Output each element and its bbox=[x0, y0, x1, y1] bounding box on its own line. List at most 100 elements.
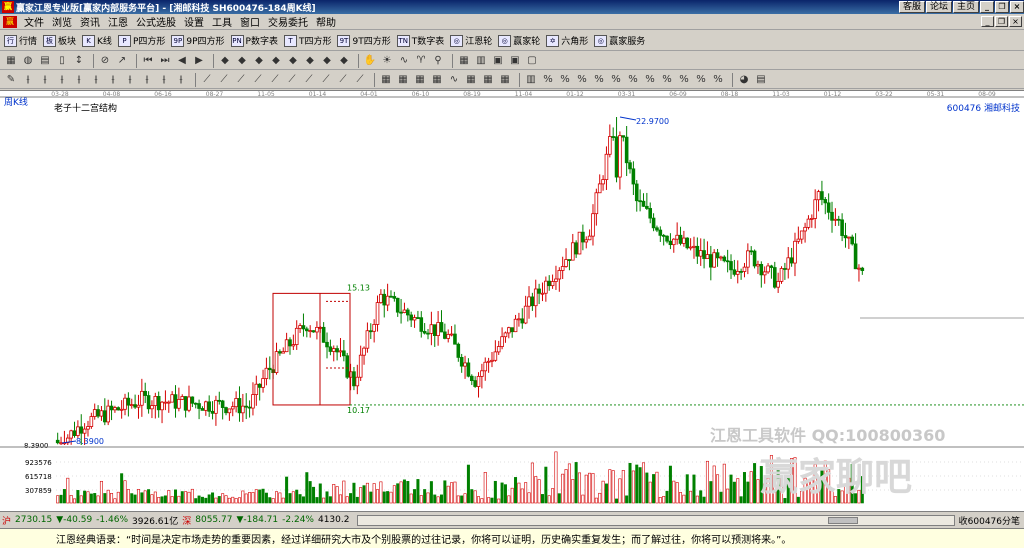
first-icon[interactable]: ⏮ bbox=[141, 54, 155, 68]
line-icon[interactable]: ⫲ bbox=[157, 73, 171, 87]
kline-chart-panel[interactable]: 03-28 04-08 06-16 08-27 11-05 01-14 04-01 06-10… bbox=[0, 90, 1024, 511]
percent-icon[interactable]: % bbox=[626, 73, 640, 87]
wave-icon[interactable]: ∿ bbox=[447, 73, 461, 87]
percent-icon[interactable]: % bbox=[677, 73, 691, 87]
diamond-icon[interactable]: ◆ bbox=[286, 54, 300, 68]
toolbar-p-number-button[interactable]: PN P数字表 bbox=[230, 34, 278, 47]
hand-icon[interactable]: ✋ bbox=[363, 54, 377, 68]
fan-icon[interactable]: ⟋ bbox=[217, 73, 231, 87]
toolbar-t-square-button[interactable]: T T四方形 bbox=[283, 34, 331, 47]
grid-icon[interactable]: ▦ bbox=[498, 73, 512, 87]
percent-icon[interactable]: % bbox=[711, 73, 725, 87]
toolbar-9t-square-button[interactable]: 9T 9T四方形 bbox=[337, 34, 391, 47]
chart-scrollbar[interactable] bbox=[357, 514, 955, 526]
menu-tools[interactable]: 工具 bbox=[208, 14, 236, 29]
fan-icon[interactable]: ⟋ bbox=[302, 73, 316, 87]
fan-icon[interactable]: ⟋ bbox=[234, 73, 248, 87]
pen-icon[interactable]: ✎ bbox=[4, 73, 18, 87]
toolbar-hexagon-button[interactable]: ✡ 六角形 bbox=[546, 34, 588, 47]
toolbar-sector-button[interactable]: 板板块 bbox=[43, 34, 76, 47]
toolbar-p-square-button[interactable]: P P四方形 bbox=[117, 34, 165, 47]
sun-icon[interactable]: ☀ bbox=[380, 54, 394, 68]
candle-icon[interactable]: ▯ bbox=[55, 54, 69, 68]
forum-button[interactable]: 论坛 bbox=[925, 1, 952, 13]
left-icon[interactable]: ◀ bbox=[175, 54, 189, 68]
mdi-restore-icon[interactable]: ❐ bbox=[995, 16, 1008, 27]
line-icon[interactable]: ⫲ bbox=[72, 73, 86, 87]
fan-icon[interactable]: ⟋ bbox=[268, 73, 282, 87]
diamond-icon[interactable]: ◆ bbox=[252, 54, 266, 68]
pin-icon[interactable]: ⚲ bbox=[431, 54, 445, 68]
line-icon[interactable]: ⫲ bbox=[106, 73, 120, 87]
toolbar-winner-wheel-button[interactable]: ◎ 赢家轮 bbox=[498, 34, 540, 47]
fan-icon[interactable]: ⟋ bbox=[336, 73, 350, 87]
close-icon[interactable]: × bbox=[1010, 1, 1024, 13]
percent-icon[interactable]: % bbox=[643, 73, 657, 87]
diamond-icon[interactable]: ◆ bbox=[218, 54, 232, 68]
menu-formula[interactable]: 公式选股 bbox=[132, 14, 180, 29]
mdi-close-icon[interactable]: × bbox=[1009, 16, 1022, 27]
toolbar-9p-square-button[interactable]: 9P 9P四方形 bbox=[171, 34, 225, 47]
fan-icon[interactable]: ⟋ bbox=[353, 73, 367, 87]
fan-icon[interactable]: ⟋ bbox=[251, 73, 265, 87]
menu-settings[interactable]: 设置 bbox=[180, 14, 208, 29]
chart-icon[interactable]: ▤ bbox=[38, 54, 52, 68]
percent-icon[interactable]: % bbox=[609, 73, 623, 87]
scroll-thumb[interactable] bbox=[828, 516, 859, 524]
toolbar-gann-wheel-button[interactable]: ◎ 江恩轮 bbox=[450, 34, 492, 47]
grid-icon[interactable]: ▦ bbox=[481, 73, 495, 87]
window-icon[interactable]: ▣ bbox=[491, 54, 505, 68]
line-icon[interactable]: ⫲ bbox=[89, 73, 103, 87]
line-icon[interactable]: ⫲ bbox=[21, 73, 35, 87]
service-button[interactable]: 客服 bbox=[898, 1, 925, 13]
menu-help[interactable]: 帮助 bbox=[312, 14, 340, 29]
diamond-icon[interactable]: ◆ bbox=[320, 54, 334, 68]
line-icon[interactable]: ⫲ bbox=[174, 73, 188, 87]
toolbar-kline-button[interactable]: K K线 bbox=[82, 34, 112, 47]
signal-icon[interactable]: ♈ bbox=[414, 54, 428, 68]
restore-icon[interactable]: ❐ bbox=[995, 1, 1009, 13]
menu-gann[interactable]: 江恩 bbox=[104, 14, 132, 29]
chart-icon[interactable]: ▥ bbox=[474, 54, 488, 68]
zoom-icon[interactable]: ⊘ bbox=[98, 54, 112, 68]
toolbar-winner-service-button[interactable]: ◎ 赢家服务 bbox=[594, 34, 645, 47]
percent-icon[interactable]: % bbox=[694, 73, 708, 87]
chart-icon[interactable]: ▤ bbox=[754, 73, 768, 87]
line-icon[interactable]: ⫲ bbox=[140, 73, 154, 87]
mdi-minimize-icon[interactable]: _ bbox=[981, 16, 994, 27]
grid-icon[interactable]: ▦ bbox=[430, 73, 444, 87]
menu-window[interactable]: 窗口 bbox=[236, 14, 264, 29]
toolbar-quotes-button[interactable]: 行行情 bbox=[4, 34, 37, 47]
diamond-icon[interactable]: ◆ bbox=[235, 54, 249, 68]
percent-icon[interactable]: % bbox=[660, 73, 674, 87]
scale-icon[interactable]: ↕ bbox=[72, 54, 86, 68]
window-icon[interactable]: ▢ bbox=[525, 54, 539, 68]
fan-icon[interactable]: ⟋ bbox=[319, 73, 333, 87]
grid-icon[interactable]: ▦ bbox=[413, 73, 427, 87]
last-icon[interactable]: ⏭ bbox=[158, 54, 172, 68]
minimize-icon[interactable]: _ bbox=[980, 1, 994, 13]
right-icon[interactable]: ▶ bbox=[192, 54, 206, 68]
line-icon[interactable]: ⫲ bbox=[38, 73, 52, 87]
diamond-icon[interactable]: ◆ bbox=[303, 54, 317, 68]
cursor-icon[interactable]: ↗ bbox=[115, 54, 129, 68]
percent-icon[interactable]: % bbox=[592, 73, 606, 87]
window-icon[interactable]: ▣ bbox=[508, 54, 522, 68]
table-icon[interactable]: ▦ bbox=[457, 54, 471, 68]
grid-icon[interactable]: ▦ bbox=[464, 73, 478, 87]
fan-icon[interactable]: ⟋ bbox=[200, 73, 214, 87]
fan-icon[interactable]: ⟋ bbox=[285, 73, 299, 87]
document-icon[interactable]: 赢 bbox=[3, 15, 17, 28]
line-icon[interactable]: ⫲ bbox=[123, 73, 137, 87]
menu-trade[interactable]: 交易委托 bbox=[264, 14, 312, 29]
grid-icon[interactable]: ▦ bbox=[4, 54, 18, 68]
menu-info[interactable]: 资讯 bbox=[76, 14, 104, 29]
disk-icon[interactable]: ◍ bbox=[21, 54, 35, 68]
line-icon[interactable]: ⫲ bbox=[55, 73, 69, 87]
menu-browse[interactable]: 浏览 bbox=[48, 14, 76, 29]
percent-icon[interactable]: % bbox=[558, 73, 572, 87]
grid-icon[interactable]: ▦ bbox=[396, 73, 410, 87]
toolbar-t-number-button[interactable]: TN T数字表 bbox=[396, 34, 444, 47]
homepage-button[interactable]: 主页 bbox=[952, 1, 979, 13]
diamond-icon[interactable]: ◆ bbox=[337, 54, 351, 68]
